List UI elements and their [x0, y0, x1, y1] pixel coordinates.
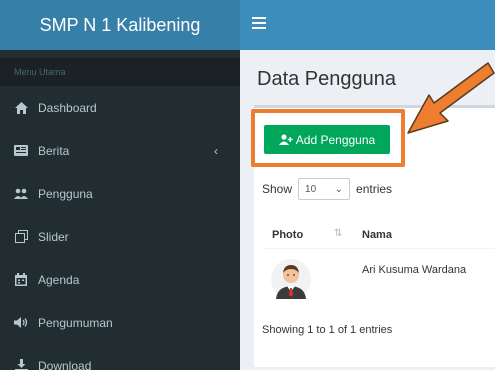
chevron-down-icon: ⌄	[334, 183, 344, 195]
table-divider	[262, 248, 495, 249]
sidebar-item-pengguna[interactable]: Pengguna	[0, 172, 240, 215]
sidebar-item-download[interactable]: Download	[0, 344, 240, 370]
sidebar-item-label: Download	[38, 358, 92, 370]
sidebar-item-berita[interactable]: Berita ‹	[0, 129, 240, 172]
arrow-annotation-icon	[407, 62, 495, 134]
entries-control: Show 10 ⌄ entries	[262, 178, 392, 200]
highlight-box	[251, 109, 405, 167]
sidebar-item-slider[interactable]: Slider	[0, 215, 240, 258]
column-header-nama[interactable]: Nama	[362, 229, 392, 241]
sidebar-item-label: Pengumuman	[38, 315, 113, 330]
sidebar-item-dashboard[interactable]: Dashboard	[0, 86, 240, 129]
brand-logo[interactable]: SMP N 1 Kalibening	[0, 0, 240, 50]
volume-icon	[14, 316, 28, 330]
entries-suffix: entries	[356, 182, 393, 196]
sidebar-item-label: Agenda	[38, 272, 80, 287]
clone-icon	[14, 230, 28, 244]
home-icon	[14, 101, 28, 115]
table-info: Showing 1 to 1 of 1 entries	[262, 324, 393, 336]
users-icon	[14, 187, 28, 201]
top-navbar	[240, 0, 495, 50]
newspaper-icon	[14, 144, 28, 158]
avatar	[271, 258, 311, 300]
sidebar: SMP N 1 Kalibening Menu Utama Dashboard …	[0, 0, 240, 370]
hamburger-icon[interactable]	[252, 17, 266, 29]
sidebar-item-label: Berita	[38, 143, 70, 158]
sidebar-item-agenda[interactable]: Agenda	[0, 258, 240, 301]
calendar-icon	[14, 273, 28, 287]
chevron-left-icon: ‹	[214, 143, 218, 158]
entries-value: 10	[305, 183, 317, 195]
column-header-photo[interactable]: Photo	[272, 229, 303, 241]
sidebar-menu: Dashboard Berita ‹ Pengguna Slider Agend…	[0, 86, 240, 370]
page-title: Data Pengguna	[257, 68, 397, 90]
menu-header: Menu Utama	[0, 58, 240, 86]
cell-nama: Ari Kusuma Wardana	[362, 264, 467, 276]
sidebar-item-label: Dashboard	[38, 100, 97, 115]
sort-icon[interactable]: ⇅	[334, 228, 342, 239]
entries-select[interactable]: 10 ⌄	[298, 178, 351, 200]
download-icon	[14, 359, 28, 370]
sidebar-item-pengumuman[interactable]: Pengumuman	[0, 301, 240, 344]
sidebar-item-label: Pengguna	[38, 186, 93, 201]
entries-prefix: Show	[262, 182, 293, 196]
sidebar-item-label: Slider	[38, 229, 69, 244]
